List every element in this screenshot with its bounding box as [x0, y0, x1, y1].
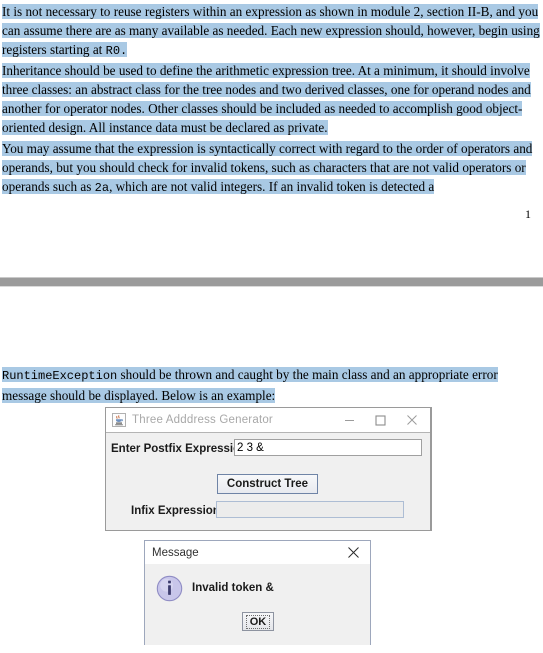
postfix-expression-input[interactable]	[234, 439, 422, 456]
postfix-expression-label: Enter Postfix Expression	[111, 443, 248, 455]
highlighted-text: Inheritance should be used to define the…	[2, 63, 531, 136]
page-number: 1	[525, 207, 531, 221]
window-title: Three Adddress Generator	[132, 414, 273, 426]
paragraph-1-run-2-code: R0.	[105, 44, 128, 59]
information-icon	[156, 575, 183, 602]
message-dialog-text: Invalid token &	[192, 582, 274, 594]
paragraph-2-run-1: Inheritance should be used to define the…	[2, 63, 531, 136]
construct-tree-button[interactable]: Construct Tree	[217, 474, 318, 494]
paragraph-3-run-2-code: 2a	[94, 181, 110, 196]
page-break-divider	[0, 277, 543, 287]
message-dialog: Message Invalid token & OK	[144, 540, 371, 645]
paragraph-3-run-3: , which are not valid integers. If an in…	[109, 179, 435, 195]
paragraph-1: It is not necessary to reuse registers w…	[0, 2, 543, 61]
infix-expression-label: Infix Expression	[131, 505, 220, 517]
window-titlebar[interactable]: Three Adddress Generator	[106, 408, 430, 432]
ok-button-label: OK	[245, 614, 271, 629]
paragraph-1-run-1: It is not necessary to reuse registers w…	[2, 4, 540, 58]
close-icon[interactable]	[397, 408, 427, 432]
highlighted-text: You may assume that the expression is sy…	[2, 141, 533, 196]
java-coffee-cup-icon	[112, 413, 126, 427]
ok-button[interactable]: OK	[242, 612, 274, 631]
minimize-icon[interactable]	[334, 408, 364, 432]
paragraph-4-run-1-code: RuntimeException	[2, 369, 118, 383]
paragraph-3: You may assume that the expression is sy…	[0, 139, 543, 198]
message-titlebar[interactable]: Message	[145, 541, 370, 564]
window-content: Enter Postfix Expression Construct Tree …	[106, 432, 430, 530]
highlighted-text: RuntimeException should be thrown and ca…	[2, 367, 498, 404]
close-icon[interactable]	[341, 541, 365, 564]
message-dialog-content: Invalid token & OK	[145, 564, 370, 645]
paragraph-4: RuntimeException should be thrown and ca…	[0, 365, 543, 405]
infix-expression-input[interactable]	[216, 501, 404, 518]
maximize-icon[interactable]	[365, 408, 395, 432]
message-dialog-title: Message	[152, 546, 199, 559]
paragraph-2: Inheritance should be used to define the…	[0, 61, 543, 137]
highlighted-text: It is not necessary to reuse registers w…	[2, 4, 540, 59]
three-address-generator-window: Three Adddress Generator Enter Postfix E…	[105, 407, 432, 531]
